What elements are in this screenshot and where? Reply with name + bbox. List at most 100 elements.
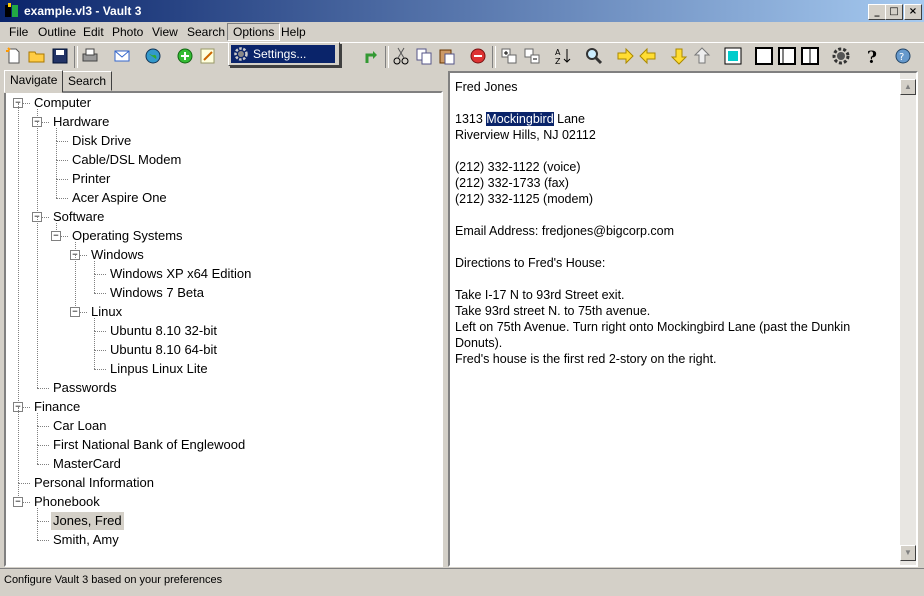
tree-node[interactable]: Printer (70, 170, 112, 188)
move-left-icon[interactable] (638, 46, 658, 66)
help-icon[interactable]: ? (862, 46, 882, 66)
new-icon[interactable] (4, 46, 24, 66)
tree-node[interactable]: Phonebook (32, 493, 102, 511)
settings-menu-item[interactable]: Settings... (231, 45, 335, 63)
close-button[interactable]: × (904, 4, 922, 20)
scroll-down-button[interactable]: ▼ (900, 545, 916, 561)
collapse-toggle-icon[interactable]: − (51, 231, 61, 241)
menu-photo[interactable]: Photo (107, 24, 148, 40)
move-up-icon[interactable] (692, 46, 712, 66)
move-down-icon[interactable] (669, 46, 689, 66)
menu-search[interactable]: Search (182, 24, 230, 40)
tab-search[interactable]: Search (62, 71, 113, 91)
tree-connector (37, 445, 49, 446)
tree-node[interactable]: Car Loan (51, 417, 108, 435)
expand-icon[interactable] (499, 46, 519, 66)
tree-node[interactable]: Windows (89, 246, 146, 264)
tree-node[interactable]: Computer (32, 94, 93, 112)
note-editor[interactable]: Fred Jones 1313 Mockingbird Lane Rivervi… (448, 71, 918, 567)
tree-node[interactable]: MasterCard (51, 455, 123, 473)
note-city-line: Riverview Hills, NJ 02112 (455, 128, 596, 142)
find-icon[interactable] (584, 46, 604, 66)
edit-icon[interactable] (198, 46, 218, 66)
menu-help[interactable]: Help (276, 24, 311, 40)
toolbar-separator (385, 46, 389, 68)
email-icon[interactable] (112, 46, 132, 66)
tree-connector (18, 483, 30, 484)
web-icon[interactable] (143, 46, 163, 66)
tree-node[interactable]: Cable/DSL Modem (70, 151, 183, 169)
copy-icon[interactable] (414, 46, 434, 66)
collapse-toggle-icon[interactable]: − (13, 497, 23, 507)
note-direction-4: Fred's house is the first red 2-story on… (455, 352, 717, 366)
tree-connector (94, 331, 95, 350)
tree-node[interactable]: Smith, Amy (51, 531, 121, 549)
tree-node[interactable]: Personal Information (32, 474, 156, 492)
tree-connector (94, 293, 106, 294)
menu-options[interactable]: Options (227, 23, 281, 41)
open-icon[interactable] (27, 46, 47, 66)
tree-node[interactable]: Jones, Fred (51, 512, 124, 530)
tree-connector (37, 413, 38, 426)
menu-outline[interactable]: Outline (33, 24, 81, 40)
note-text[interactable]: Fred Jones 1313 Mockingbird Lane Rivervi… (455, 79, 895, 367)
tree-connector (94, 369, 106, 370)
add-icon[interactable] (175, 46, 195, 66)
delete-icon[interactable] (468, 46, 488, 66)
cut-icon[interactable] (391, 46, 411, 66)
about-icon[interactable]: ? (893, 46, 913, 66)
toolbar-separator (74, 46, 78, 68)
toolbar-separator (492, 46, 496, 68)
maximize-button[interactable]: □ (885, 4, 903, 20)
tree-node[interactable]: Linpus Linux Lite (108, 360, 210, 378)
layout2-icon[interactable] (777, 46, 797, 66)
tree-connector (56, 179, 68, 180)
tree-node[interactable]: Passwords (51, 379, 119, 397)
menu-edit[interactable]: Edit (78, 24, 109, 40)
menu-file[interactable]: File (4, 24, 33, 40)
tree-node[interactable]: Hardware (51, 113, 111, 131)
layout1-icon[interactable] (754, 46, 774, 66)
highlight-icon[interactable] (723, 46, 743, 66)
settings-icon[interactable] (831, 46, 851, 66)
collapse-icon[interactable] (522, 46, 542, 66)
minimize-button[interactable]: _ (868, 4, 886, 20)
tree-connector (37, 521, 49, 522)
tree-connector (37, 388, 49, 389)
tree-node[interactable]: Windows XP x64 Edition (108, 265, 253, 283)
selected-text: Mockingbird (486, 112, 554, 126)
note-email-line: Email Address: fredjones@bigcorp.com (455, 224, 675, 238)
tree-node[interactable]: Finance (32, 398, 82, 416)
scroll-up-button[interactable]: ▲ (900, 79, 916, 95)
tree-node[interactable]: Software (51, 208, 106, 226)
redo-icon[interactable] (361, 46, 381, 66)
tab-navigate[interactable]: Navigate (4, 70, 64, 93)
tree-connector (56, 160, 68, 161)
tree-connector (94, 274, 106, 275)
tree-connector (37, 445, 38, 464)
move-right-icon[interactable] (615, 46, 635, 66)
tree-connector (94, 261, 95, 274)
note-directions-title: Directions to Fred's House: (455, 256, 606, 270)
paste-icon[interactable] (437, 46, 457, 66)
menu-view[interactable]: View (147, 24, 183, 40)
tree-node[interactable]: Ubuntu 8.10 32-bit (108, 322, 219, 340)
outline-tree[interactable]: Computer − Hardware − Disk Drive Cable/DSL Mo… (4, 91, 443, 567)
note-direction-3: Left on 75th Avenue. Turn right onto Moc… (455, 320, 851, 350)
tree-connector (56, 179, 57, 198)
tree-node[interactable]: First National Bank of Englewood (51, 436, 247, 454)
layout3-icon[interactable] (800, 46, 820, 66)
note-scrollbar[interactable]: ▲ ▼ (900, 73, 916, 565)
tree-node[interactable]: Windows 7 Beta (108, 284, 206, 302)
tree-node[interactable]: Acer Aspire One (70, 189, 169, 207)
status-bar: Configure Vault 3 based on your preferen… (0, 568, 924, 596)
sort-icon[interactable]: AZ (553, 46, 573, 66)
tree-node[interactable]: Disk Drive (70, 132, 133, 150)
save-icon[interactable] (50, 46, 70, 66)
svg-text:A: A (555, 48, 561, 57)
tree-node[interactable]: Operating Systems (70, 227, 185, 245)
print-icon[interactable] (80, 46, 100, 66)
tree-connector (37, 426, 49, 427)
tree-node[interactable]: Ubuntu 8.10 64-bit (108, 341, 219, 359)
collapse-toggle-icon[interactable]: − (70, 307, 80, 317)
